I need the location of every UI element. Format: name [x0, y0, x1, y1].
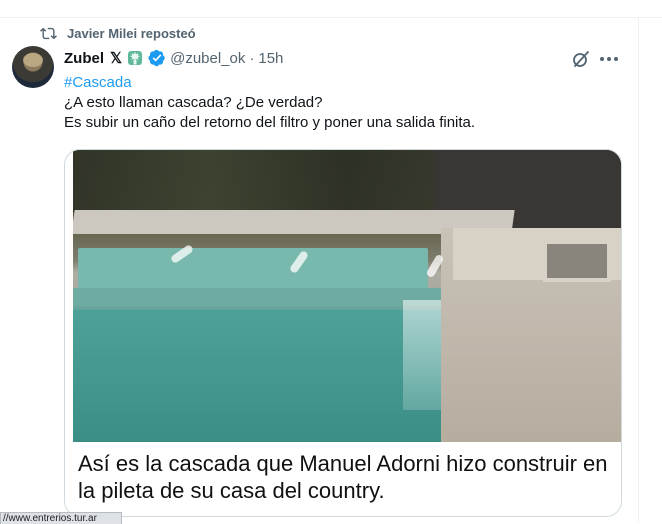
repost-indicator[interactable]: Javier Milei reposteó — [40, 24, 196, 42]
media-card[interactable]: Así es la cascada que Manuel Adorni hizo… — [64, 149, 622, 517]
hashtag-link[interactable]: #Cascada — [64, 73, 629, 93]
caption-text: Así es la cascada que Manuel Adorni hizo… — [78, 451, 608, 503]
handle[interactable]: @zubel_ok — [170, 50, 245, 67]
timeline-divider — [0, 17, 662, 18]
display-name[interactable]: Zubel — [64, 50, 104, 67]
more-icon[interactable] — [600, 57, 618, 61]
tweet-header: Zubel 𝕏 @zubel_ok · 15h — [64, 48, 283, 68]
separator-dot: · — [249, 49, 255, 67]
verified-badge-icon — [148, 49, 165, 67]
repost-text[interactable]: Javier Milei reposteó — [67, 26, 196, 41]
timeline-border — [638, 17, 639, 523]
status-bar-url: //www.entrerios.tur.ar — [0, 512, 122, 524]
grok-icon[interactable] — [571, 49, 591, 69]
tweet-text: #Cascada ¿A esto llaman cascada? ¿De ver… — [64, 73, 629, 133]
pool-image[interactable] — [73, 150, 621, 442]
media-caption: Así es la cascada que Manuel Adorni hizo… — [73, 442, 621, 516]
tweet-line-1: ¿A esto llaman cascada? ¿De verdad? — [64, 94, 323, 111]
tweet-line-2: Es subir un caño del retorno del filtro … — [64, 114, 476, 131]
statue-of-liberty-icon — [128, 51, 143, 65]
repost-icon — [40, 27, 57, 39]
timestamp[interactable]: 15h — [258, 50, 283, 67]
x-badge-icon: 𝕏 — [110, 50, 123, 67]
avatar[interactable] — [12, 46, 54, 88]
